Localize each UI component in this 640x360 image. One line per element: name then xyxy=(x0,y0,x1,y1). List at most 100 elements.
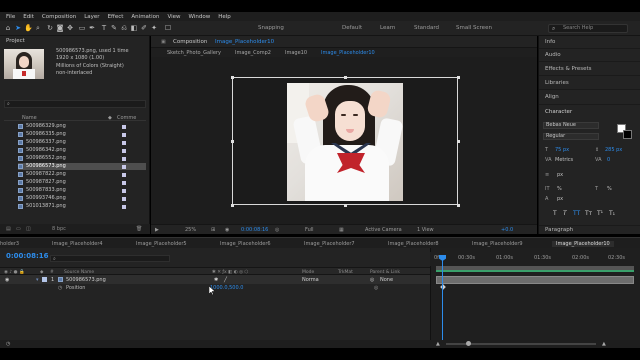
list-item[interactable]: 501013871.png xyxy=(18,203,146,210)
list-item[interactable]: 500987827.png xyxy=(18,179,146,186)
comp-tab-name[interactable]: Image_Placeholder10 xyxy=(215,39,274,45)
tab-image-placeholder9[interactable]: Image_Placeholder9 xyxy=(472,241,523,247)
type-tool-icon[interactable]: T xyxy=(100,24,108,32)
camera-tool-icon[interactable]: ◙ xyxy=(56,24,64,32)
menu-window[interactable]: Window xyxy=(189,14,211,20)
col-name[interactable]: Name xyxy=(22,115,37,121)
faux-bold-icon[interactable]: T xyxy=(553,210,557,217)
label-swatch[interactable] xyxy=(122,165,126,169)
pen-tool-icon[interactable]: ✒ xyxy=(88,24,96,32)
menu-edit[interactable]: Edit xyxy=(23,14,34,20)
all-caps-icon[interactable]: TT xyxy=(573,210,580,217)
layer-duration-bar[interactable] xyxy=(436,276,634,284)
paragraph-panel[interactable]: Paragraph xyxy=(545,227,573,233)
grid-icon[interactable]: ⊞ xyxy=(211,227,215,233)
number-col[interactable]: # xyxy=(50,270,54,275)
time-ruler[interactable]: 0f 00:30s 01:00s 01:30s 02:00s 02:30s xyxy=(430,252,640,266)
menu-view[interactable]: View xyxy=(167,14,180,20)
puppet-tool-icon[interactable]: ✦ xyxy=(150,24,158,32)
project-search-input[interactable]: ⌕ xyxy=(4,100,146,108)
tab-image-placeholder4[interactable]: Image_Placeholder4 xyxy=(52,241,103,247)
crumb-image-comp2[interactable]: Image_Comp2 xyxy=(235,50,271,56)
expand-arrow-icon[interactable]: ▾ xyxy=(36,277,39,283)
tracking-value[interactable]: 0 xyxy=(607,157,610,163)
label-swatch[interactable] xyxy=(122,125,126,129)
brush-tool-icon[interactable]: ✎ xyxy=(110,24,118,32)
font-style-dropdown[interactable]: Regular xyxy=(543,133,599,140)
delete-icon[interactable]: 🗑 xyxy=(136,226,142,232)
transform-handle[interactable] xyxy=(231,76,234,79)
subscript-icon[interactable]: T₁ xyxy=(609,210,615,217)
align-panel[interactable]: Align xyxy=(545,94,559,100)
tab-image-placeholder7[interactable]: Image_Placeholder7 xyxy=(304,241,355,247)
workspace-standard[interactable]: Standard xyxy=(414,25,439,31)
label-swatch[interactable] xyxy=(122,189,126,193)
tab-image-placeholder5[interactable]: Image_Placeholder5 xyxy=(136,241,187,247)
new-folder-icon[interactable]: ▭ xyxy=(16,226,21,232)
list-item[interactable]: 500986337.png xyxy=(18,139,146,146)
tab-image-placeholder10[interactable]: Image_Placeholder10 xyxy=(552,241,614,247)
leading-value[interactable]: 285 px xyxy=(605,147,622,153)
stroke-units[interactable]: px xyxy=(557,172,563,178)
transform-handle[interactable] xyxy=(457,76,460,79)
faux-italic-icon[interactable]: T xyxy=(563,210,567,217)
rectangle-tool-icon[interactable]: ▭ xyxy=(78,24,86,32)
workspace-small-screen[interactable]: Small Screen xyxy=(456,25,492,31)
av-switches-icon[interactable]: ◉ ♪ ● 🔒 xyxy=(4,270,25,275)
label-col-icon[interactable]: ◆ xyxy=(40,270,43,275)
zoom-slider-knob[interactable] xyxy=(466,341,471,346)
transform-handle[interactable] xyxy=(231,140,234,143)
transform-handle[interactable] xyxy=(231,204,234,207)
rotate-tool-icon[interactable]: ↻ xyxy=(46,24,54,32)
list-item[interactable]: 500986342.png xyxy=(18,147,146,154)
list-item[interactable]: 500987822.png xyxy=(18,171,146,178)
pan-behind-tool-icon[interactable]: ✥ xyxy=(66,24,74,32)
project-tab[interactable]: Project xyxy=(6,38,25,44)
table-row[interactable]: ◉ ▾ 1 500986573.png ✱ ╱ Norma ◎ None xyxy=(0,275,430,284)
lock-icon[interactable]: ▣ xyxy=(161,39,166,45)
workspace-default[interactable]: Default xyxy=(342,25,362,31)
vertical-scale-value[interactable]: % xyxy=(557,186,562,192)
views-dropdown[interactable]: 1 View xyxy=(417,227,434,233)
blend-mode-dropdown[interactable]: Norma xyxy=(302,277,319,283)
selection-tool-icon[interactable]: ➤ xyxy=(14,24,22,32)
render-time-icon[interactable]: ◷ xyxy=(6,341,10,347)
roto-brush-icon[interactable]: ✐ xyxy=(140,24,148,32)
layer-image[interactable] xyxy=(287,83,403,201)
camera-snapshot-icon[interactable]: ◎ xyxy=(275,227,279,233)
bpc-label[interactable]: 8 bpc xyxy=(52,226,66,232)
tab-holder3[interactable]: holder3 xyxy=(0,241,19,247)
list-item-selected[interactable]: 500986573.png xyxy=(18,163,146,170)
menu-animation[interactable]: Animation xyxy=(131,14,159,20)
label-swatch[interactable] xyxy=(122,181,126,185)
menu-composition[interactable]: Composition xyxy=(42,14,76,20)
label-swatch[interactable] xyxy=(122,157,126,161)
visibility-icon[interactable]: ◉ xyxy=(5,277,9,283)
label-swatch[interactable] xyxy=(122,141,126,145)
position-value[interactable]: 1000.0,500.0 xyxy=(210,285,243,291)
libraries-panel[interactable]: Libraries xyxy=(545,80,569,86)
col-source-name[interactable]: Source Name xyxy=(64,270,94,275)
baseline-shift-value[interactable]: px xyxy=(557,196,563,202)
kerning-value[interactable]: Metrics xyxy=(555,157,573,163)
playhead-line[interactable] xyxy=(442,256,443,348)
exposure-value[interactable]: +0.0 xyxy=(501,227,513,233)
timeline-timecode[interactable]: 0:00:08:16 xyxy=(6,252,49,260)
transform-handle[interactable] xyxy=(344,204,347,207)
label-color-swatch[interactable] xyxy=(42,277,47,282)
font-family-dropdown[interactable]: Bebas Neue xyxy=(543,122,599,129)
collapse-switch-icon[interactable]: ✱ xyxy=(214,277,218,283)
col-comment[interactable]: Comme xyxy=(117,115,136,121)
list-item[interactable]: 500986552.png xyxy=(18,155,146,162)
menu-help[interactable]: Help xyxy=(218,14,231,20)
label-swatch[interactable] xyxy=(122,197,126,201)
col-trkmat[interactable]: TrkMat xyxy=(338,270,353,275)
menu-effect[interactable]: Effect xyxy=(108,14,124,20)
transform-handle[interactable] xyxy=(457,204,460,207)
label-swatch[interactable] xyxy=(122,205,126,209)
pickwhip-icon[interactable]: ◎ xyxy=(374,285,378,291)
list-item[interactable]: 500986329.png xyxy=(18,123,146,130)
clone-stamp-icon[interactable]: ⎌ xyxy=(120,24,128,32)
comp-tab-label[interactable]: Composition xyxy=(173,39,207,45)
quality-switch-icon[interactable]: ╱ xyxy=(224,277,227,283)
